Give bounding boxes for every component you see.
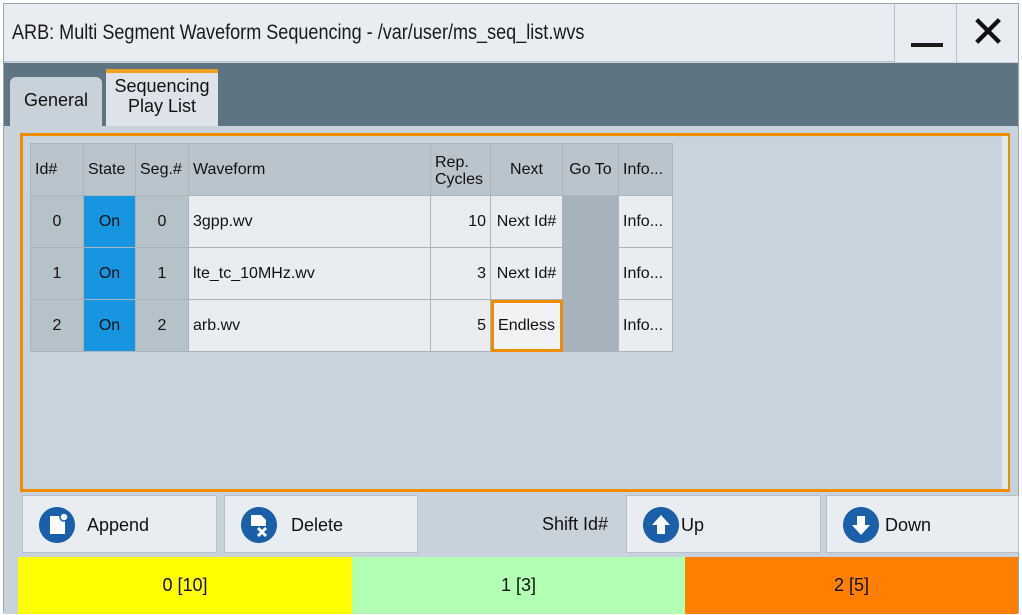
cell-id: 0: [30, 195, 84, 248]
header-id: Id#: [30, 143, 84, 196]
tab-sequencing-label-line2: Play List: [127, 96, 197, 116]
header-rep-cycles: Rep. Cycles: [430, 143, 491, 196]
table-row[interactable]: 1 On 1 lte_tc_10MHz.wv 3 Next Id# Info..…: [30, 247, 673, 300]
title-bar: ARB: Multi Segment Waveform Sequencing -…: [4, 4, 1018, 62]
tab-sequencing-label-line1: Sequencing: [114, 76, 210, 96]
arrow-up-icon: [643, 507, 679, 543]
cell-state-toggle[interactable]: On: [83, 195, 136, 248]
play-list-grid: Id# State Seg.# Waveform Rep. Cycles Next…: [26, 139, 1002, 485]
cell-info-button[interactable]: Info...: [618, 247, 673, 300]
tab-strip: General Sequencing Play List: [4, 63, 1018, 126]
cell-rep-cycles[interactable]: 5: [430, 299, 491, 352]
cell-next-focused[interactable]: Endless: [490, 299, 563, 352]
cell-goto: [562, 299, 619, 352]
shift-down-button[interactable]: Down: [826, 495, 1019, 553]
button-bar: Append Delete Shift Id# Up Down: [4, 495, 1019, 557]
append-document-icon: [39, 507, 75, 543]
cell-id: 2: [30, 299, 84, 352]
close-button[interactable]: ✕: [956, 4, 1018, 62]
header-state: State: [83, 143, 136, 196]
append-button[interactable]: Append: [22, 495, 217, 553]
sequence-segment-0: 0 [10]: [18, 557, 352, 614]
minimize-icon: [911, 43, 943, 47]
sequence-status-bar: 0 [10] 1 [3] 2 [5]: [18, 557, 1018, 614]
cell-next[interactable]: Next Id#: [490, 247, 563, 300]
header-next: Next: [490, 143, 563, 196]
cell-waveform[interactable]: 3gpp.wv: [188, 195, 431, 248]
close-icon: ✕: [969, 7, 1007, 58]
cell-state-toggle[interactable]: On: [83, 299, 136, 352]
delete-label: Delete: [291, 515, 344, 535]
header-rep-line2: Cycles: [435, 171, 484, 188]
sequence-segment-2: 2 [5]: [685, 557, 1018, 614]
shift-id-label: Shift Id#: [542, 514, 609, 534]
arrow-down-icon: [843, 507, 879, 543]
table-header-row: Id# State Seg.# Waveform Rep. Cycles Next…: [30, 143, 673, 196]
delete-document-icon: [241, 507, 277, 543]
tab-sequencing-play-list[interactable]: Sequencing Play List: [106, 69, 218, 126]
cell-goto: [562, 195, 619, 248]
tab-general[interactable]: General: [10, 77, 102, 126]
table-scrollbar[interactable]: [1002, 136, 1008, 489]
play-list-table-frame: Id# State Seg.# Waveform Rep. Cycles Next…: [20, 133, 1010, 492]
window-title: ARB: Multi Segment Waveform Sequencing -…: [12, 21, 585, 44]
cell-id: 1: [30, 247, 84, 300]
cell-rep-cycles[interactable]: 10: [430, 195, 491, 248]
minimize-button[interactable]: [894, 4, 956, 62]
table-row[interactable]: 2 On 2 arb.wv 5 Endless Info...: [30, 299, 673, 352]
cell-state-toggle[interactable]: On: [83, 247, 136, 300]
tab-general-label: General: [23, 90, 89, 110]
delete-button[interactable]: Delete: [224, 495, 418, 553]
up-label: Up: [681, 515, 705, 535]
append-label: Append: [87, 515, 150, 535]
cell-seg: 0: [135, 195, 189, 248]
play-list-panel: Id# State Seg.# Waveform Rep. Cycles Next…: [4, 126, 1019, 614]
arb-sequencing-dialog: ARB: Multi Segment Waveform Sequencing -…: [3, 3, 1019, 614]
cell-seg: 2: [135, 299, 189, 352]
cell-waveform[interactable]: lte_tc_10MHz.wv: [188, 247, 431, 300]
cell-info-button[interactable]: Info...: [618, 195, 673, 248]
cell-info-button[interactable]: Info...: [618, 299, 673, 352]
header-goto: Go To: [562, 143, 619, 196]
header-rep-line1: Rep.: [435, 154, 469, 171]
cell-waveform[interactable]: arb.wv: [188, 299, 431, 352]
sequence-segment-1: 1 [3]: [352, 557, 685, 614]
table-row[interactable]: 0 On 0 3gpp.wv 10 Next Id# Info...: [30, 195, 673, 248]
play-list-table: Id# State Seg.# Waveform Rep. Cycles Next…: [30, 143, 673, 352]
header-info: Info...: [618, 143, 673, 196]
header-seg: Seg.#: [135, 143, 189, 196]
down-label: Down: [885, 515, 932, 535]
cell-goto: [562, 247, 619, 300]
cell-next[interactable]: Next Id#: [490, 195, 563, 248]
cell-rep-cycles[interactable]: 3: [430, 247, 491, 300]
shift-up-button[interactable]: Up: [626, 495, 821, 553]
cell-seg: 1: [135, 247, 189, 300]
header-waveform: Waveform: [188, 143, 431, 196]
